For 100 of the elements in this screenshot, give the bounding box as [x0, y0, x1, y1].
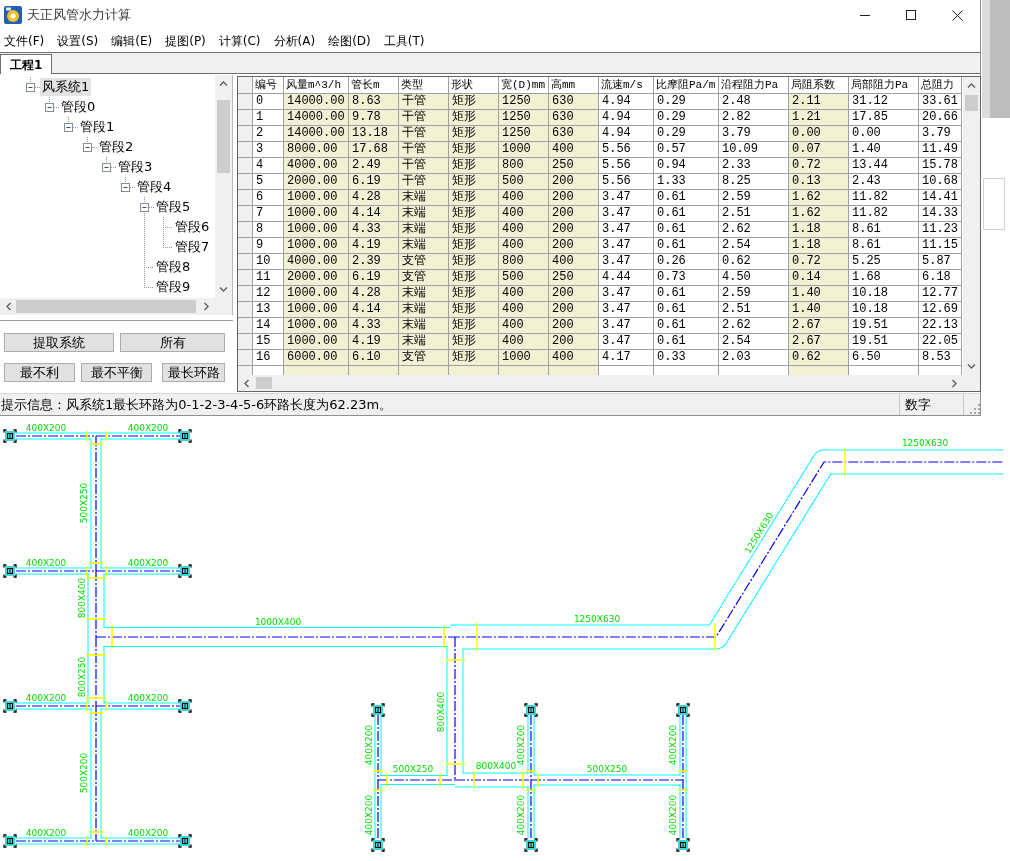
row-selector[interactable] [238, 222, 253, 238]
collapse-icon[interactable] [45, 103, 54, 112]
menu-item[interactable]: 设置(S) [54, 31, 102, 51]
menu-item[interactable]: 绘图(D) [325, 31, 374, 51]
table-cell: 末端 [399, 238, 449, 254]
row-selector[interactable] [238, 110, 253, 126]
action-button[interactable]: 最长环路 [162, 363, 225, 382]
column-header[interactable]: 编号 [253, 77, 284, 94]
tab[interactable]: 工程1 [0, 54, 53, 74]
table-cell: 15.78 [919, 158, 962, 174]
scrollbar-thumb[interactable] [965, 95, 978, 111]
horizontal-scrollbar[interactable] [0, 298, 215, 315]
row-selector[interactable] [238, 206, 253, 222]
column-header[interactable]: 比摩阻Pa/m [654, 77, 719, 94]
tree-item[interactable]: 管段9 [154, 278, 193, 296]
action-button[interactable]: 最不平衡 [81, 363, 152, 382]
action-button[interactable]: 所有 [120, 333, 225, 352]
row-selector[interactable] [238, 174, 253, 190]
column-header[interactable]: 形状 [449, 77, 499, 94]
table-cell: 0.73 [654, 270, 719, 286]
chevron-down-icon[interactable] [219, 286, 228, 293]
collapse-icon[interactable] [26, 83, 35, 92]
menu-item[interactable]: 编辑(E) [108, 31, 156, 51]
row-selector[interactable] [238, 126, 253, 142]
column-header[interactable]: 类型 [399, 77, 449, 94]
menu-item[interactable]: 文件(F) [1, 31, 48, 51]
table-cell: 13.18 [349, 126, 399, 142]
tree-item[interactable]: 风系统1 [40, 78, 92, 96]
air-terminal-icon [524, 703, 538, 717]
tree-item[interactable]: 管段5 [154, 198, 193, 216]
chevron-right-icon[interactable] [951, 378, 958, 388]
table-cell: 0.61 [654, 318, 719, 334]
horizontal-scrollbar[interactable] [238, 375, 963, 391]
collapse-icon[interactable] [102, 163, 111, 172]
table-cell: 9.78 [349, 110, 399, 126]
column-header[interactable]: 流速m/s [599, 77, 654, 94]
collapse-icon[interactable] [121, 183, 130, 192]
chevron-up-icon[interactable] [967, 82, 976, 89]
menu-item[interactable]: 计算(C) [215, 31, 264, 51]
chevron-up-icon[interactable] [219, 80, 228, 87]
row-selector[interactable] [238, 286, 253, 302]
column-header[interactable]: 高mm [549, 77, 599, 94]
row-selector[interactable] [238, 254, 253, 270]
action-button[interactable]: 最不利 [4, 363, 75, 382]
table-cell: 800 [499, 158, 549, 174]
menu-item[interactable]: 分析(A) [270, 31, 319, 51]
column-header[interactable]: 总阻力 [919, 77, 962, 94]
row-selector[interactable] [238, 158, 253, 174]
tree-item[interactable]: 管段6 [173, 218, 212, 236]
tree-item[interactable]: 管段7 [173, 238, 212, 256]
column-header[interactable]: 局阻系数 [789, 77, 849, 94]
resize-grip-icon[interactable] [970, 403, 980, 414]
tree-item[interactable]: 管段8 [154, 258, 193, 276]
tree-connector-icon [125, 177, 135, 188]
table-cell: 1.40 [789, 302, 849, 318]
air-terminal-icon [178, 834, 192, 848]
table-cell: 3.47 [599, 254, 654, 270]
tree-item[interactable]: 管段3 [116, 158, 155, 176]
air-terminal-icon [676, 838, 690, 852]
row-selector[interactable] [238, 350, 253, 366]
scrollbar-thumb[interactable] [256, 377, 272, 389]
collapse-icon[interactable] [140, 203, 149, 212]
tree-item[interactable]: 管段0 [59, 98, 98, 116]
duct-size-label: 400X200 [127, 558, 169, 568]
row-selector[interactable] [238, 94, 253, 110]
table-cell: 400 [549, 254, 599, 270]
row-selector[interactable] [238, 238, 253, 254]
menu-item[interactable]: 工具(T) [380, 31, 428, 51]
header-corner [238, 77, 253, 94]
row-selector[interactable] [238, 334, 253, 350]
row-selector[interactable] [238, 190, 253, 206]
row-selector[interactable] [238, 142, 253, 158]
table-cell: 矩形 [449, 158, 499, 174]
tree-item[interactable]: 管段2 [97, 138, 136, 156]
duct-size-label: 400X200 [127, 423, 169, 433]
table-cell: 末端 [399, 286, 449, 302]
chevron-left-icon[interactable] [5, 302, 12, 311]
chevron-right-icon[interactable] [203, 302, 210, 311]
menu-item[interactable]: 提图(P) [162, 31, 209, 51]
column-header[interactable]: 沿程阻力Pa [719, 77, 789, 94]
row-selector[interactable] [238, 302, 253, 318]
column-header[interactable]: 宽(D)mm [499, 77, 549, 94]
collapse-icon[interactable] [64, 123, 73, 132]
column-header[interactable]: 风量m^3/h [284, 77, 349, 94]
vertical-scrollbar[interactable] [963, 77, 980, 375]
tree-item[interactable]: 管段1 [78, 118, 117, 136]
collapse-icon[interactable] [83, 143, 92, 152]
chevron-down-icon[interactable] [967, 363, 976, 370]
tree-item[interactable]: 管段4 [135, 178, 174, 196]
action-button[interactable]: 提取系统 [4, 333, 114, 352]
table-cell: 2.11 [789, 94, 849, 110]
row-selector[interactable] [238, 270, 253, 286]
row-selector[interactable] [238, 318, 253, 334]
chevron-left-icon[interactable] [243, 378, 250, 388]
column-header[interactable]: 局部阻力Pa [849, 77, 919, 94]
column-header[interactable]: 管长m [349, 77, 399, 94]
scrollbar-thumb[interactable] [16, 300, 196, 313]
vertical-scrollbar[interactable] [215, 75, 232, 298]
table-cell: 干管 [399, 110, 449, 126]
scrollbar-thumb[interactable] [217, 100, 230, 173]
